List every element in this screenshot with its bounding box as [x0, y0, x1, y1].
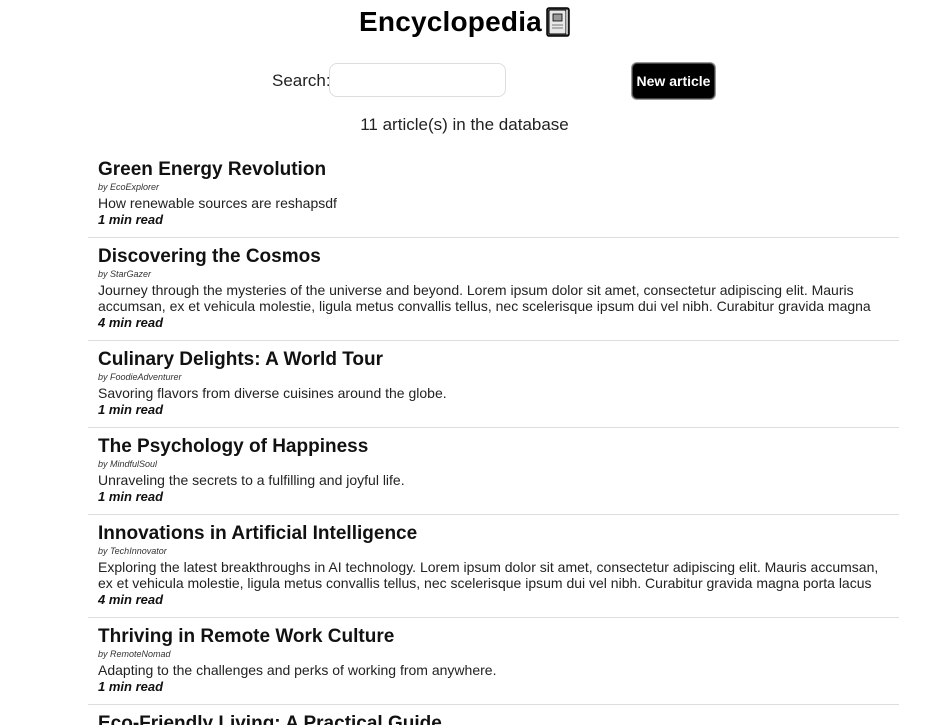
article-item[interactable]: Thriving in Remote Work Culture by Remot…	[88, 618, 899, 705]
article-item[interactable]: The Psychology of Happiness by MindfulSo…	[88, 428, 899, 515]
article-read-time: 1 min read	[98, 212, 164, 227]
article-author: by EcoExplorer	[98, 182, 160, 192]
article-title[interactable]: Eco-Friendly Living: A Practical Guide	[98, 713, 889, 725]
article-item[interactable]: Green Energy Revolution by EcoExplorer H…	[88, 151, 899, 238]
article-summary: How renewable sources are reshapsdf	[98, 195, 337, 211]
article-author: by MindfulSoul	[98, 459, 158, 469]
search-input[interactable]	[329, 63, 506, 97]
page-title: Encyclopedia	[359, 6, 570, 38]
article-title[interactable]: Thriving in Remote Work Culture	[98, 626, 889, 648]
article-title[interactable]: Green Energy Revolution	[98, 159, 889, 181]
search-row: Search: New article	[0, 63, 929, 99]
article-read-time: 4 min read	[98, 592, 164, 607]
article-title[interactable]: Discovering the Cosmos	[98, 246, 889, 268]
article-summary: Adapting to the challenges and perks of …	[98, 662, 497, 678]
article-read-time: 1 min read	[98, 402, 164, 417]
article-read-time: 4 min read	[98, 315, 164, 330]
article-item[interactable]: Innovations in Artificial Intelligence b…	[88, 515, 899, 618]
article-title[interactable]: The Psychology of Happiness	[98, 436, 889, 458]
page-title-text: Encyclopedia	[359, 6, 542, 37]
article-read-time: 1 min read	[98, 489, 164, 504]
header: Encyclopedia	[0, 6, 929, 38]
article-item[interactable]: Eco-Friendly Living: A Practical Guide	[88, 705, 899, 725]
article-summary: Savoring flavors from diverse cuisines a…	[98, 385, 447, 401]
article-title[interactable]: Innovations in Artificial Intelligence	[98, 523, 889, 545]
search-label: Search:	[272, 71, 331, 90]
article-read-time: 1 min read	[98, 679, 164, 694]
encyclopedia-page: Encyclopedia Search: New article 11 arti…	[0, 0, 929, 725]
article-author: by StarGazer	[98, 269, 152, 279]
article-author: by FoodieAdventurer	[98, 372, 182, 382]
article-count: 11 article(s) in the database	[360, 115, 569, 134]
article-summary: Unraveling the secrets to a fulfilling a…	[98, 472, 405, 488]
article-summary: Exploring the latest breakthroughs in AI…	[98, 559, 879, 591]
article-item[interactable]: Culinary Delights: A World Tour by Foodi…	[88, 341, 899, 428]
article-item[interactable]: Discovering the Cosmos by StarGazer Jour…	[88, 238, 899, 341]
article-title[interactable]: Culinary Delights: A World Tour	[98, 349, 889, 371]
article-list: Green Energy Revolution by EcoExplorer H…	[88, 151, 899, 725]
new-article-button[interactable]: New article	[632, 63, 715, 99]
book-icon	[546, 7, 570, 37]
article-summary: Journey through the mysteries of the uni…	[98, 282, 871, 314]
article-author: by RemoteNomad	[98, 649, 171, 659]
article-author: by TechInnovator	[98, 546, 167, 556]
